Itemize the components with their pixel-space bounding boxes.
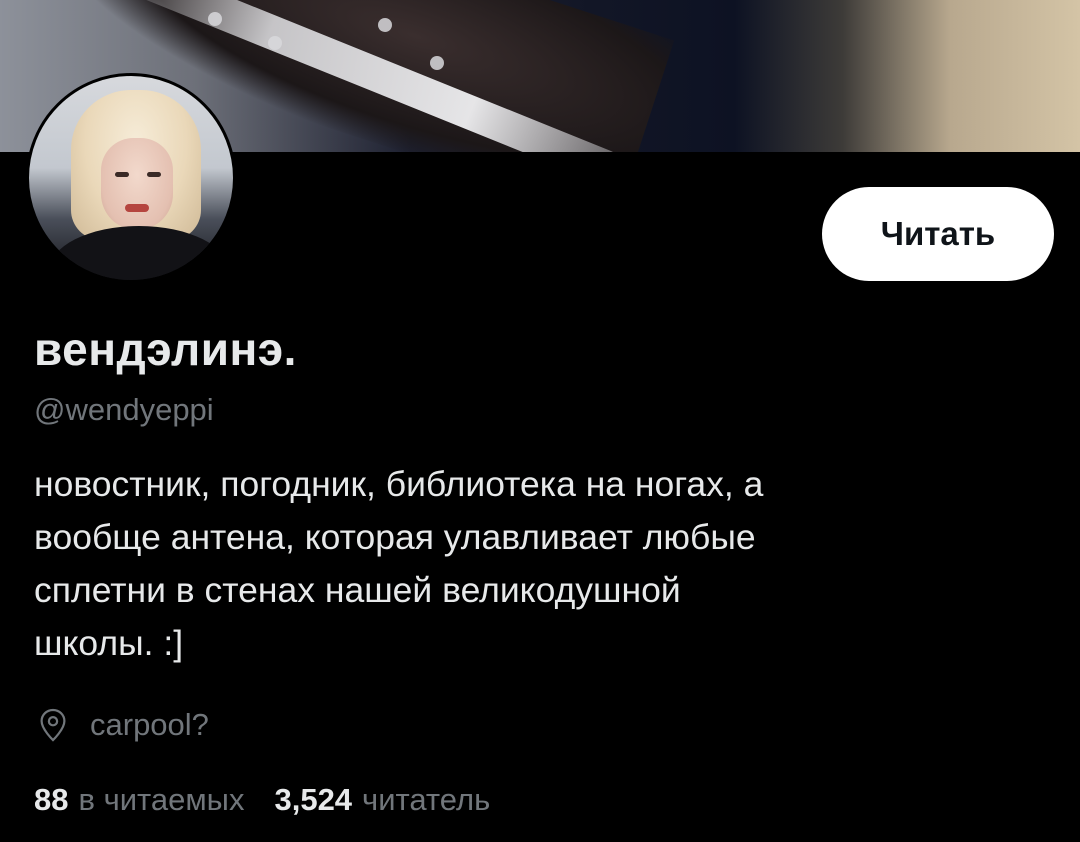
bio-line: сплетни в стенах нашей великодушной (34, 570, 681, 610)
avatar-eye (115, 172, 129, 177)
avatar-face (101, 138, 173, 230)
avatar-eye (147, 172, 161, 177)
banner-eyelet (208, 12, 222, 26)
profile-stats: 88 в читаемых 3,524 читатель (34, 782, 490, 818)
profile-location: carpool? (34, 706, 209, 744)
followers-label: читатель (362, 782, 491, 817)
display-name: вендэлинэ. (34, 323, 297, 375)
banner-eyelet (378, 18, 392, 32)
avatar-lips (125, 204, 149, 212)
avatar-body (49, 226, 229, 280)
bio-line: школы. :] (34, 623, 184, 663)
following-count: 88 (34, 782, 69, 817)
follow-button[interactable]: Читать (822, 187, 1054, 281)
followers-link[interactable]: 3,524 читатель (274, 782, 490, 818)
following-label: в читаемых (78, 782, 245, 817)
profile-bio: новостник, погодник, библиотека на ногах… (34, 458, 1034, 670)
bio-line: новостник, погодник, библиотека на ногах… (34, 464, 764, 504)
profile-avatar[interactable] (26, 73, 236, 283)
banner-eyelet (430, 56, 444, 70)
user-handle: @wendyeppi (34, 392, 214, 427)
followers-count: 3,524 (274, 782, 353, 817)
bio-line: вообще антена, которая улавливает любые (34, 517, 756, 557)
banner-eyelet (268, 36, 282, 50)
following-link[interactable]: 88 в читаемых (34, 782, 244, 818)
location-pin-icon (40, 708, 66, 742)
location-text: carpool? (90, 707, 209, 742)
